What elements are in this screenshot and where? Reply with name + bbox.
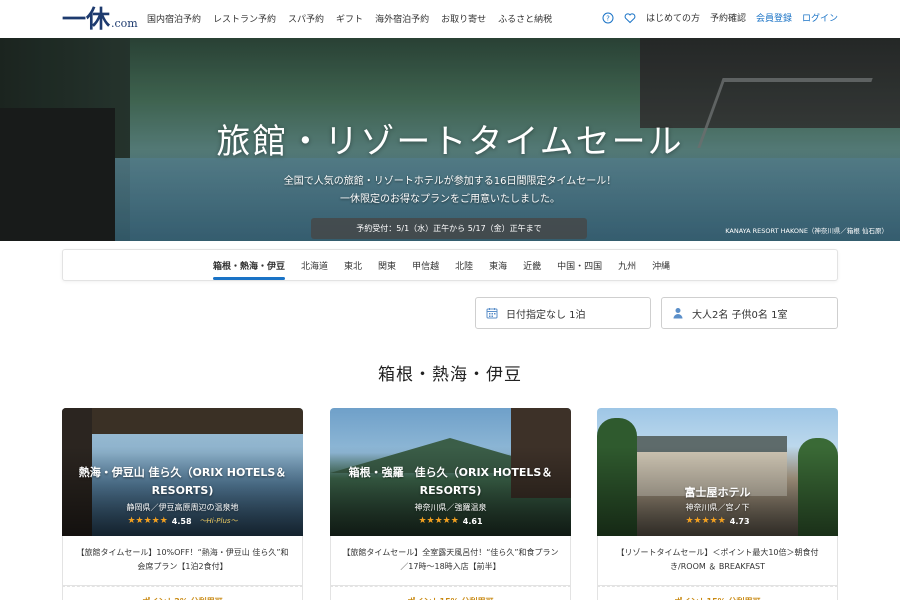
tab-hokkaido[interactable]: 北海道: [301, 259, 328, 279]
hotel-card-score: 4.58: [171, 516, 192, 526]
logo-mark: 一休: [62, 4, 110, 33]
site-logo[interactable]: 一休 .com: [62, 7, 138, 31]
hero-description-line1: 全国で人気の旅館・リゾートホテルが参加する16日間限定タイムセール！: [283, 176, 617, 187]
hotel-card-location: 神奈川県／宮ノ下: [685, 503, 750, 512]
login-link[interactable]: ログイン: [802, 11, 838, 24]
heart-icon[interactable]: [624, 12, 636, 24]
tab-kanto[interactable]: 関東: [378, 259, 396, 279]
hotel-card-image[interactable]: 熱海・伊豆山 佳ら久（ORIX HOTELS＆ RESORTS) 静岡県／伊豆高…: [62, 408, 303, 536]
svg-text:?: ?: [606, 14, 610, 22]
nav-item-gift[interactable]: ギフト: [336, 12, 363, 25]
hero-photo-credit: KANAYA RESORT HAKONE（神奈川県／箱根 仙石原）: [725, 227, 888, 235]
hotel-card-point: ポイント2% 分利用可: [62, 586, 303, 600]
nav-item-spa[interactable]: スパ予約: [288, 12, 324, 25]
nav-item-overseas-stay[interactable]: 海外宿泊予約: [375, 12, 429, 25]
tab-kyushu[interactable]: 九州: [618, 259, 636, 279]
person-icon: [673, 308, 683, 319]
star-rating-icon: ★★★★★: [685, 516, 726, 526]
hotel-card[interactable]: 富士屋ホテル 神奈川県／宮ノ下 ★★★★★ 4.73 【リゾートタイムセール】＜…: [597, 408, 838, 600]
question-circle-icon[interactable]: ?: [602, 12, 614, 24]
hero-description-line2: 一休限定のお得なプランをご用意いたしました。: [340, 194, 560, 205]
main-nav: 国内宿泊予約 レストラン予約 スパ予約 ギフト 海外宿泊予約 お取り寄せ ふるさ…: [147, 12, 552, 25]
hotel-card-name[interactable]: 熱海・伊豆山 佳ら久（ORIX HOTELS＆ RESORTS): [68, 464, 297, 500]
hotel-card-plan[interactable]: 【旅館タイムセール】10%OFF！“熱海・伊豆山 佳ら久”和会席プラン【1泊2食…: [62, 536, 303, 586]
nav-item-furusato-tax[interactable]: ふるさと納税: [498, 12, 552, 25]
tab-tohoku[interactable]: 東北: [344, 259, 362, 279]
nav-item-domestic-stay[interactable]: 国内宿泊予約: [147, 12, 201, 25]
section-title: 箱根・熱海・伊豆: [378, 365, 522, 385]
header-utility: ? はじめての方 予約確認 会員登録 ログイン: [602, 11, 838, 24]
guest-selector[interactable]: 大人2名 子供0名 1室: [661, 297, 838, 329]
hotel-card-location: 神奈川県／強羅温泉: [414, 503, 487, 512]
hotel-card-plan[interactable]: 【リゾートタイムセール】＜ポイント最大10倍＞朝食付き/ROOM ＆ BREAK…: [597, 536, 838, 586]
tab-chugoku-shikoku[interactable]: 中国・四国: [557, 259, 602, 279]
hotel-card-name[interactable]: 富士屋ホテル: [603, 484, 832, 502]
booking-confirm-link[interactable]: 予約確認: [710, 11, 746, 24]
hi-plus-badge: ～Hi-Plus～: [199, 517, 238, 525]
hotel-card-rating: ★★★★★ 4.61: [330, 516, 571, 526]
register-link[interactable]: 会員登録: [756, 11, 792, 24]
hero-title: 旅館・リゾートタイムセール: [216, 122, 684, 162]
hotel-card-score: 4.73: [729, 516, 750, 526]
date-selector[interactable]: 日付指定なし 1泊: [475, 297, 651, 329]
logo-domain: .com: [111, 17, 138, 30]
tab-hakone-atami-izu[interactable]: 箱根・熱海・伊豆: [213, 259, 286, 280]
hotel-card-location: 静岡県／伊豆高原周辺の温泉地: [126, 503, 239, 512]
star-rating-icon: ★★★★★: [418, 516, 459, 526]
region-tabs: 箱根・熱海・伊豆 北海道 東北 関東 甲信越 北陸 東海 近畿 中国・四国 九州…: [213, 259, 686, 280]
hotel-card[interactable]: 箱根・強羅 佳ら久（ORIX HOTELS＆ RESORTS) 神奈川県／強羅温…: [330, 408, 571, 600]
hotel-card-point: ポイント15% 分利用可: [330, 586, 571, 600]
hotel-card-rating: ★★★★★ 4.58 ～Hi-Plus～: [62, 516, 303, 526]
hotel-card-name[interactable]: 箱根・強羅 佳ら久（ORIX HOTELS＆ RESORTS): [336, 464, 565, 500]
hotel-card-image[interactable]: 富士屋ホテル 神奈川県／宮ノ下 ★★★★★ 4.73: [597, 408, 838, 536]
site-header: 一休 .com 国内宿泊予約 レストラン予約 スパ予約 ギフト 海外宿泊予約 お…: [0, 0, 900, 38]
date-selector-value: 日付指定なし 1泊: [506, 309, 586, 321]
nav-item-delivery[interactable]: お取り寄せ: [441, 12, 486, 25]
tab-hokuriku[interactable]: 北陸: [455, 259, 473, 279]
nav-item-restaurant[interactable]: レストラン予約: [213, 12, 276, 25]
hotel-card[interactable]: 熱海・伊豆山 佳ら久（ORIX HOTELS＆ RESORTS) 静岡県／伊豆高…: [62, 408, 303, 600]
star-rating-icon: ★★★★★: [127, 516, 168, 526]
tab-koshinetsu[interactable]: 甲信越: [412, 259, 439, 279]
hotel-card-point: ポイント15% 分利用可: [597, 586, 838, 600]
calendar-icon: [486, 308, 498, 319]
hotel-card-image[interactable]: 箱根・強羅 佳ら久（ORIX HOTELS＆ RESORTS) 神奈川県／強羅温…: [330, 408, 571, 536]
hero-period-badge: 予約受付：5/1（水）正午から 5/17（金）正午まで: [311, 218, 587, 239]
first-time-link[interactable]: はじめての方: [646, 11, 700, 24]
tab-tokai[interactable]: 東海: [489, 259, 507, 279]
hero-banner: 旅館・リゾートタイムセール 全国で人気の旅館・リゾートホテルが参加する16日間限…: [0, 38, 900, 241]
guest-selector-value: 大人2名 子供0名 1室: [692, 309, 788, 321]
tab-okinawa[interactable]: 沖縄: [652, 259, 670, 279]
tab-kinki[interactable]: 近畿: [523, 259, 541, 279]
hotel-card-score: 4.61: [462, 516, 483, 526]
hotel-card-plan[interactable]: 【旅館タイムセール】全室露天風呂付！“佳ら久”和食プラン／17時～18時入店【前…: [330, 536, 571, 586]
hotel-card-rating: ★★★★★ 4.73: [597, 516, 838, 526]
